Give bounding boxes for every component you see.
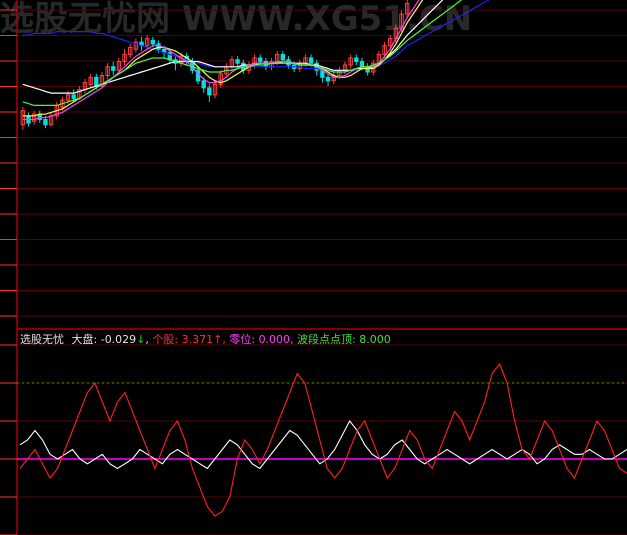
candle-body	[258, 57, 263, 62]
dapan-label: 大盘:	[71, 333, 98, 346]
gegu-arrow-icon: ↑	[213, 333, 223, 346]
candle-body	[150, 39, 156, 45]
candle-body	[325, 76, 331, 82]
candle-body	[359, 60, 365, 68]
gegu-value: 3.371	[181, 333, 214, 346]
lingwei-value: 0.000	[258, 333, 291, 346]
lingwei-label: 零位:	[229, 333, 256, 346]
boduan-label: 波段点点顶:	[297, 333, 356, 346]
candle-body	[94, 76, 99, 87]
candle-body	[308, 57, 314, 64]
boduan-value: 8.000	[359, 333, 391, 346]
candle-body	[71, 94, 76, 99]
candle-body	[235, 59, 240, 64]
candle-body	[201, 80, 206, 89]
gegu-label: 个股:	[152, 333, 179, 346]
candle-body	[207, 87, 212, 96]
chart-canvas: 选股无忧网 WWW.XG51.CN	[0, 0, 627, 535]
candle-body	[354, 57, 359, 62]
indicator-legend: 选股无忧 大盘: -0.029↓, 个股: 3.371↑, 零位: 0.000,…	[20, 333, 391, 346]
candle-body	[280, 53, 286, 61]
dapan-series-line	[19, 419, 627, 470]
candle-body	[111, 66, 116, 71]
gegu-series-line	[19, 362, 627, 517]
indicator-name: 选股无忧	[20, 333, 64, 346]
candle-body	[43, 118, 48, 126]
dapan-value: -0.029	[100, 333, 137, 346]
